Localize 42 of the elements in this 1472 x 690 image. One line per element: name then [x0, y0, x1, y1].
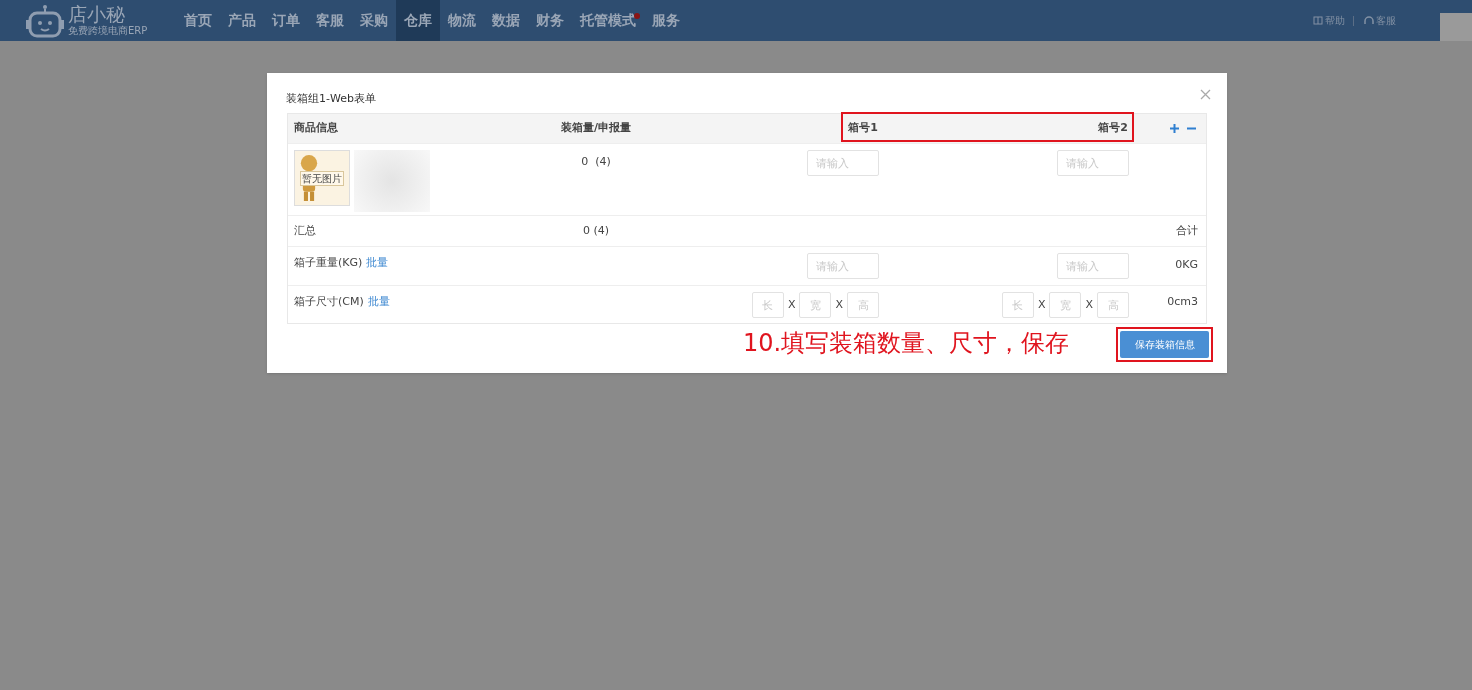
- nav-tab[interactable]: 托管模式: [572, 0, 644, 41]
- row-label: 箱子尺寸(CM): [294, 294, 364, 310]
- headset-icon: [1364, 16, 1374, 25]
- times-sign: X: [1037, 296, 1046, 313]
- weight-total: 0KG: [1174, 257, 1199, 273]
- volume-total: 0cm3: [1166, 294, 1199, 310]
- times-sign: X: [835, 296, 843, 313]
- nav-tab[interactable]: 数据: [484, 0, 528, 41]
- nav-tab[interactable]: 物流: [440, 0, 484, 41]
- nav-tab[interactable]: 采购: [352, 0, 396, 41]
- dialog-title: 装箱组1-Web表单: [286, 91, 376, 107]
- logo-tagline: 免费跨境电商ERP: [68, 25, 148, 36]
- header-link[interactable]: 帮助: [1325, 13, 1345, 28]
- times-sign: X: [787, 296, 796, 313]
- nav-tab[interactable]: 产品: [220, 0, 264, 41]
- robot-icon: [26, 3, 64, 38]
- quantity-text: 0 (4): [580, 154, 612, 170]
- nav-tab[interactable]: 仓库: [396, 0, 440, 41]
- times-sign: X: [1085, 296, 1093, 313]
- book-icon: [1313, 16, 1323, 25]
- logo-text: 店小秘: [68, 5, 126, 24]
- close-icon[interactable]: [1200, 89, 1211, 100]
- total-label: 合计: [1175, 222, 1199, 239]
- plus-icon[interactable]: [1170, 124, 1179, 133]
- nav-tab[interactable]: 客服: [308, 0, 352, 41]
- nav-tab[interactable]: 财务: [528, 0, 572, 41]
- nav-tab[interactable]: 服务: [644, 0, 688, 41]
- column-header: 商品信息: [293, 120, 339, 137]
- column-header: 箱号1: [847, 120, 879, 137]
- annotation-text: 10.填写装箱数量、尺寸，保存: [743, 328, 1070, 359]
- column-header: 箱号2: [1097, 120, 1129, 137]
- batch-link[interactable]: 批量: [366, 255, 389, 272]
- summary-label: 汇总: [293, 222, 317, 239]
- header-link[interactable]: 客服: [1376, 13, 1396, 28]
- batch-link[interactable]: 批量: [367, 294, 390, 311]
- nav-tab[interactable]: 订单: [264, 0, 308, 41]
- column-header: 装箱量/申报量: [560, 120, 632, 137]
- image-caption: 暂无图片: [300, 171, 344, 186]
- save-button[interactable]: 保存装箱信息: [1120, 331, 1209, 358]
- row-label: 箱子重量(KG): [294, 255, 363, 271]
- quantity-text: 0 (4): [581, 222, 611, 239]
- nav-tab[interactable]: 首页: [176, 0, 220, 41]
